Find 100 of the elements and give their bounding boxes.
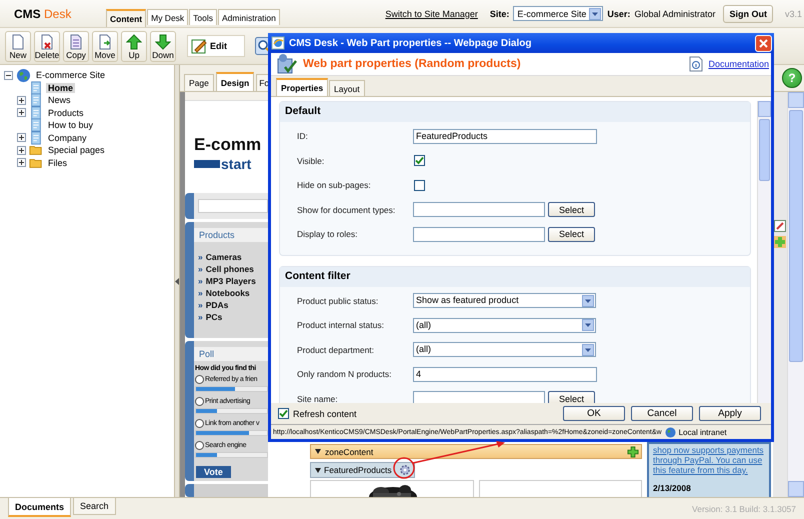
bullet-mark: » xyxy=(198,275,203,287)
module-tab[interactable]: Content xyxy=(106,9,146,27)
toolbar-button[interactable]: Move xyxy=(92,30,118,62)
scrollbar[interactable] xyxy=(787,92,804,497)
module-tab[interactable]: Tools xyxy=(189,9,218,25)
expand-icon[interactable] xyxy=(17,133,26,142)
version-label: v3.1 xyxy=(784,8,802,18)
field-label: Product internal status: xyxy=(297,320,385,330)
collapse-icon[interactable] xyxy=(4,70,13,80)
site-label: Site: xyxy=(490,8,510,18)
toolbar-button[interactable]: Delete xyxy=(34,30,60,62)
text-field[interactable] xyxy=(413,391,545,403)
add-icon[interactable] xyxy=(627,446,639,458)
text-field[interactable] xyxy=(413,202,545,218)
toolbar-button[interactable]: New xyxy=(5,30,31,62)
tree-item[interactable]: Home xyxy=(46,82,76,93)
vote-button[interactable]: Vote xyxy=(196,466,231,478)
page-icon xyxy=(29,106,43,120)
user-name: Global Administrator xyxy=(634,8,716,18)
gear-icon[interactable] xyxy=(398,464,411,476)
down-arrow-icon xyxy=(155,34,171,50)
menu-link[interactable]: Cell phones xyxy=(206,263,254,275)
field-label: Hide on sub-pages: xyxy=(297,180,372,190)
expand-icon[interactable] xyxy=(17,158,26,168)
dialog-button[interactable]: Cancel xyxy=(631,406,693,421)
document-icon xyxy=(10,34,26,50)
menu-link[interactable]: PDAs xyxy=(206,299,228,311)
webpart-properties-icon xyxy=(276,53,298,75)
page-icon xyxy=(29,93,43,108)
scrollbar[interactable] xyxy=(757,101,771,403)
field-label: Display to roles: xyxy=(297,229,358,240)
tree-item[interactable]: E-commerce Site xyxy=(34,70,108,80)
select-button[interactable]: Select xyxy=(548,391,595,403)
search-field[interactable] xyxy=(198,199,268,213)
section-title: Default xyxy=(280,102,750,122)
webpart-title: FeaturedProducts xyxy=(324,465,392,475)
tree-item[interactable]: Company xyxy=(46,132,89,143)
module-tab[interactable]: Administration xyxy=(218,9,280,25)
checkbox[interactable] xyxy=(278,408,289,419)
view-tab[interactable]: Page xyxy=(184,74,214,91)
radio-button[interactable] xyxy=(195,375,204,384)
switch-site-link[interactable]: Switch to Site Manager xyxy=(385,8,478,18)
info-document-icon xyxy=(689,56,704,72)
radio-button[interactable] xyxy=(195,419,204,428)
globe-icon xyxy=(16,68,31,83)
menu-link[interactable]: MP3 Players xyxy=(206,275,256,287)
select-button[interactable]: Select xyxy=(548,226,595,242)
menu-link[interactable]: PCs xyxy=(206,311,222,323)
user-label: User: xyxy=(607,8,630,18)
text-field[interactable] xyxy=(413,226,545,242)
document-icon xyxy=(68,34,84,50)
field-label: ID: xyxy=(297,131,309,142)
news-date: 2/13/2008 xyxy=(653,483,692,493)
dialog-heading: Web part properties (Random products) xyxy=(303,58,521,70)
field-label: Product department: xyxy=(297,344,376,355)
documentation-link[interactable]: Documentation xyxy=(708,59,769,69)
toolbar-button[interactable]: Down xyxy=(150,30,176,62)
checkbox[interactable] xyxy=(414,180,425,191)
edit-button[interactable]: Edit xyxy=(187,35,245,57)
cms-logo: CMS Desk xyxy=(14,6,72,20)
version-info: Version: 3.1 Build: 3.1.3057 xyxy=(692,504,797,514)
expand-icon[interactable] xyxy=(17,96,26,105)
dialog-button[interactable]: Apply xyxy=(699,406,761,421)
tree-item[interactable]: Products xyxy=(46,108,86,118)
site-select[interactable]: E-commerce Site xyxy=(513,6,604,21)
module-tab[interactable]: My Desk xyxy=(147,9,188,25)
tree-item[interactable]: News xyxy=(46,95,73,106)
tree-item[interactable]: Files xyxy=(46,158,70,168)
news-link[interactable]: shop now supports payments through PayPal. You can use this feature from this day. xyxy=(653,445,765,475)
checkbox[interactable] xyxy=(414,155,425,166)
text-field[interactable]: FeaturedProducts xyxy=(413,128,597,144)
tree-item[interactable]: Special pages xyxy=(46,145,107,156)
view-tab[interactable]: Design xyxy=(216,72,254,91)
bottom-tab[interactable]: Documents xyxy=(8,498,72,517)
field-label: Product public status: xyxy=(297,296,380,306)
dialog-button[interactable]: OK xyxy=(563,406,625,421)
expand-icon[interactable] xyxy=(17,108,26,118)
text-field[interactable]: 4 xyxy=(413,366,597,382)
bottom-tab[interactable]: Search xyxy=(73,498,116,515)
menu-link[interactable]: Notebooks xyxy=(206,287,250,299)
tree-item[interactable]: How to buy xyxy=(46,120,96,130)
radio-button[interactable] xyxy=(195,441,204,450)
menu-title: Products xyxy=(194,228,268,242)
document-icon xyxy=(97,34,113,50)
toolbar-button[interactable]: Up xyxy=(121,30,147,62)
close-button[interactable] xyxy=(755,34,772,52)
bullet-mark: » xyxy=(198,299,203,311)
dropdown[interactable]: (all) xyxy=(413,342,596,358)
dropdown[interactable]: (all) xyxy=(413,318,596,333)
radio-button[interactable] xyxy=(195,397,204,406)
dropdown[interactable]: Show as featured product xyxy=(413,293,596,308)
sign-out-button[interactable]: Sign Out xyxy=(723,4,773,22)
dialog-tab[interactable]: Properties xyxy=(276,78,328,96)
dialog-tab[interactable]: Layout xyxy=(329,80,365,96)
expand-icon[interactable] xyxy=(17,146,26,155)
toolbar-button[interactable]: Copy xyxy=(63,30,89,62)
menu-link[interactable]: Cameras xyxy=(206,251,242,263)
collapse-arrow-icon[interactable] xyxy=(175,278,179,284)
edit-icon[interactable] xyxy=(774,220,786,232)
select-button[interactable]: Select xyxy=(548,202,595,218)
